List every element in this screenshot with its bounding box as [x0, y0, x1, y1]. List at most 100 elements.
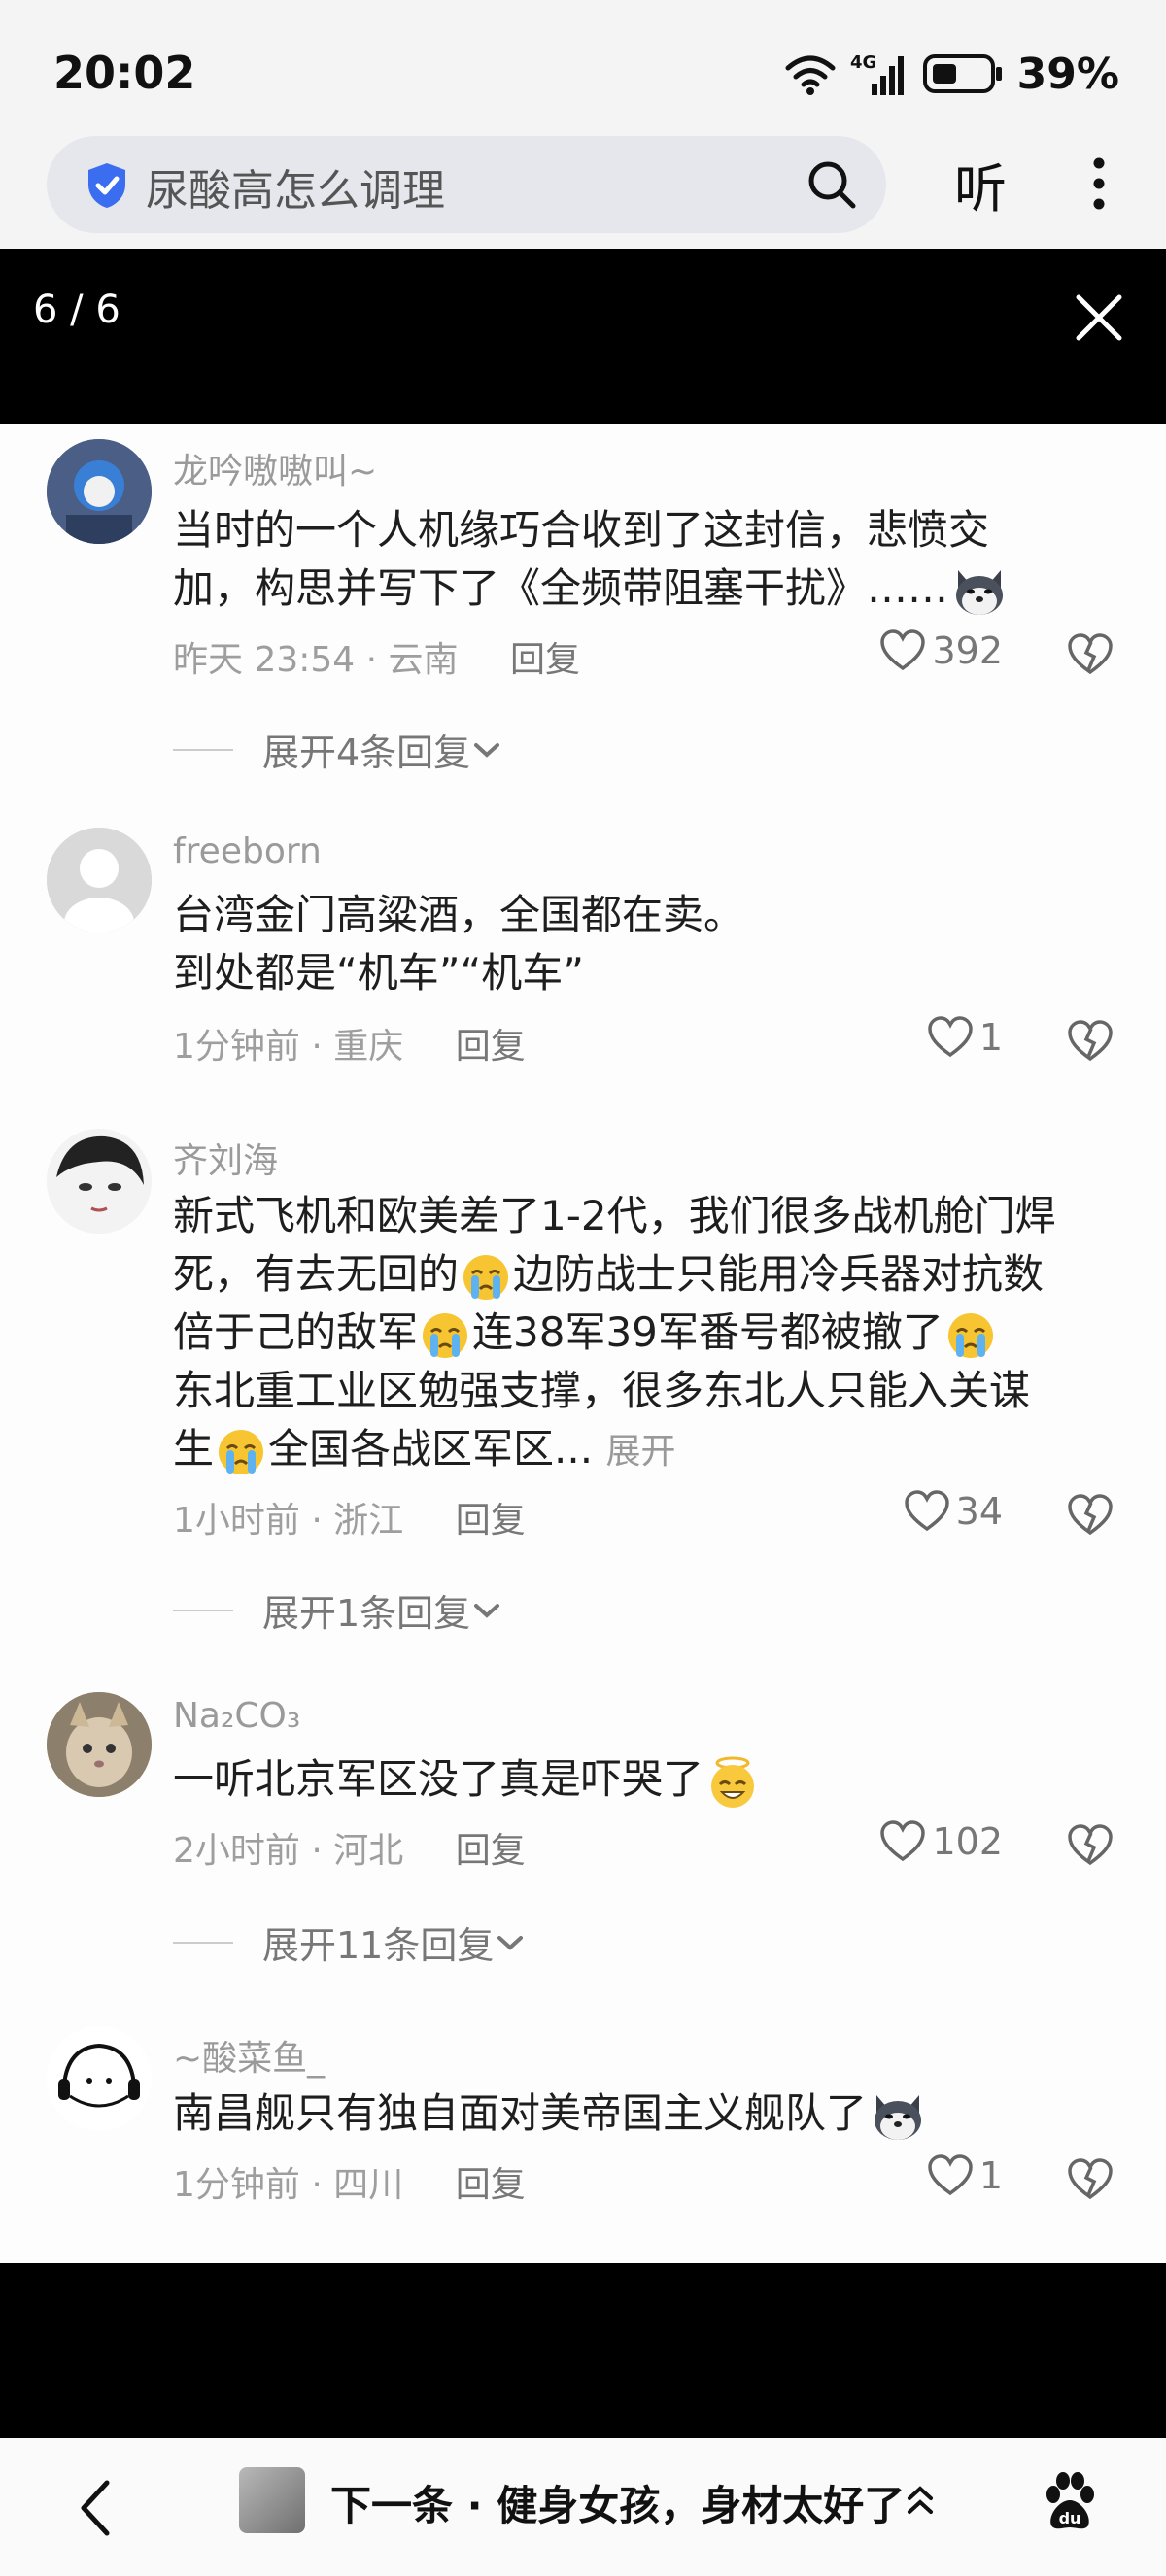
like-count: 392 [932, 629, 1003, 672]
dislike-icon[interactable] [1067, 1824, 1114, 1867]
comment-location: 河北 [333, 1831, 404, 1871]
comment-line: 倍于己的敌军 [173, 1308, 419, 1356]
reply-button[interactable]: 回复 [510, 640, 580, 680]
status-bar: 20:02 4G 39% [0, 0, 1166, 136]
comment-location: 浙江 [333, 1501, 404, 1541]
reply-button[interactable]: 回复 [456, 1831, 526, 1871]
divider [173, 748, 233, 751]
expand-replies[interactable]: 展开1条回复 [173, 1583, 503, 1637]
expand-replies[interactable]: 展开4条回复 [173, 723, 503, 776]
comment-line-wrap: 倍于己的敌军 连38军39军番号都被撤了 [173, 1304, 1125, 1362]
expand-label: 展开11条回复 [262, 1924, 495, 1967]
comment-list: 龙吟嗷嗷叫~ 当时的一个人机缘巧合收到了这封信，悲愤交 加，构思并写下了《全频带… [0, 424, 1166, 2263]
like-button[interactable]: 34 [904, 1490, 1003, 1533]
search-input[interactable]: 尿酸高怎么调理 [47, 136, 886, 233]
crying-emoji [463, 1254, 509, 1300]
shield-icon [88, 163, 125, 208]
doge-emoji [956, 569, 1004, 615]
separator-dot: · [311, 1027, 334, 1067]
comment-line: 到处都是“机车”“机车” [173, 949, 585, 997]
comment-meta: 昨天 23:54 · 云南 回复 [173, 631, 580, 682]
avatar[interactable] [47, 1692, 152, 1797]
comment-meta: 1小时前 · 浙江 回复 [173, 1492, 526, 1542]
comment-line: 全国各战区军区... [268, 1425, 594, 1473]
close-icon[interactable] [1073, 291, 1125, 344]
avatar[interactable] [47, 439, 152, 544]
comment-line: 台湾金门高粱酒，全国都在卖。 [173, 891, 745, 938]
comment-meta: 1分钟前 · 四川 回复 [173, 2156, 526, 2207]
comment-text: 新式飞机和欧美差了1-2代，我们很多战机舱门焊 死，有去无回的 边防战士只能用冷兵… [173, 1187, 1125, 1481]
next-video-label[interactable]: 下一条 · 健身女孩，身材太好了 [330, 2473, 905, 2532]
dislike-icon[interactable] [1067, 633, 1114, 676]
like-button[interactable]: 1 [927, 1016, 1003, 1059]
reply-button[interactable]: 回复 [456, 2165, 526, 2205]
crying-emoji [947, 1312, 993, 1358]
separator-dot: · [365, 640, 389, 680]
like-button[interactable]: 392 [879, 629, 1003, 672]
chevron-up-icon[interactable] [904, 2481, 937, 2520]
avatar[interactable] [47, 1129, 152, 1234]
comment-line-wrap: 一听北京军区没了真是吓哭了 [173, 1750, 1125, 1810]
comment-text: 南昌舰只有独自面对美帝国主义舰队了 [173, 2085, 1125, 2144]
like-count: 34 [955, 1490, 1003, 1533]
comment-time: 1分钟前 [173, 2165, 300, 2205]
listen-button[interactable]: 听 [954, 146, 1007, 222]
like-button[interactable]: 1 [927, 2154, 1003, 2197]
status-time: 20:02 [53, 47, 196, 99]
comment-username[interactable]: ~酸菜鱼_ [173, 2030, 325, 2081]
like-count: 1 [978, 2154, 1003, 2197]
chevron-down-icon [474, 742, 500, 758]
comment-line-wrap: 加，构思并写下了《全频带阻塞干扰》…… [173, 559, 1125, 619]
back-icon[interactable] [74, 2477, 117, 2539]
avatar[interactable] [47, 2026, 152, 2131]
battery-icon [922, 54, 1002, 93]
battery-percent: 39% [1016, 49, 1119, 99]
comment-username[interactable]: freeborn [173, 831, 322, 871]
expand-replies[interactable]: 展开11条回复 [173, 1915, 527, 1969]
comment-meta: 1分钟前 · 重庆 回复 [173, 1018, 526, 1068]
comment-line: 东北重工业区勉强支撑，很多东北人只能入关谋 [173, 1367, 1031, 1414]
comment-text: 一听北京军区没了真是吓哭了 [173, 1750, 1125, 1810]
reply-button[interactable]: 回复 [456, 1501, 526, 1541]
bottom-nav: 下一条 · 健身女孩，身材太好了 du [0, 2438, 1166, 2576]
comment-username[interactable]: Na₂CO₃ [173, 1696, 300, 1736]
next-video-thumbnail[interactable] [239, 2467, 305, 2533]
divider [173, 1609, 233, 1611]
heart-icon [880, 629, 926, 671]
search-query: 尿酸高怎么调理 [146, 166, 445, 216]
dislike-icon[interactable] [1067, 2158, 1114, 2201]
expand-label: 展开4条回复 [262, 731, 471, 774]
comment-line-wrap: 南昌舰只有独自面对美帝国主义舰队了 [173, 2085, 1125, 2144]
comment-line-wrap: 死，有去无回的 边防战士只能用冷兵器对抗数 [173, 1245, 1125, 1304]
avatar[interactable] [47, 828, 152, 932]
crying-emoji [219, 1429, 264, 1474]
comment-location: 四川 [333, 2165, 404, 2205]
heart-icon [928, 2154, 973, 2196]
signal-icon: 4G [850, 52, 904, 95]
comment-text: 当时的一个人机缘巧合收到了这封信，悲愤交 加，构思并写下了《全频带阻塞干扰》…… [173, 501, 1125, 619]
search-icon[interactable] [805, 157, 859, 212]
expand-text-button[interactable]: 展开 [605, 1432, 675, 1472]
reply-button[interactable]: 回复 [456, 1027, 526, 1067]
comment-time: 1分钟前 [173, 1027, 300, 1067]
comment-time: 2小时前 [173, 1831, 300, 1871]
comment-username[interactable]: 龙吟嗷嗷叫~ [173, 443, 377, 493]
divider [173, 1941, 233, 1944]
status-icons: 4G 39% [784, 47, 1119, 101]
separator-dot: · [311, 1831, 334, 1871]
heart-icon [928, 1016, 973, 1058]
comment-line: 加，构思并写下了《全频带阻塞干扰》…… [173, 564, 949, 612]
comment-time: 1小时前 [173, 1501, 300, 1541]
page-counter: 6 / 6 [33, 288, 120, 332]
comment-username[interactable]: 齐刘海 [173, 1133, 278, 1183]
dislike-icon[interactable] [1067, 1494, 1114, 1537]
separator-dot: · [311, 2165, 334, 2205]
image-viewer-header: 6 / 6 [0, 249, 1166, 424]
baidu-paw-icon[interactable]: du [1042, 2471, 1098, 2531]
comment-text: 台湾金门高粱酒，全国都在卖。 到处都是“机车”“机车” [173, 886, 1125, 1002]
svg-text:du: du [1059, 2509, 1081, 2527]
chevron-down-icon [474, 1603, 500, 1618]
dislike-icon[interactable] [1067, 1020, 1114, 1063]
like-button[interactable]: 102 [879, 1820, 1003, 1863]
more-icon[interactable] [1084, 155, 1114, 212]
